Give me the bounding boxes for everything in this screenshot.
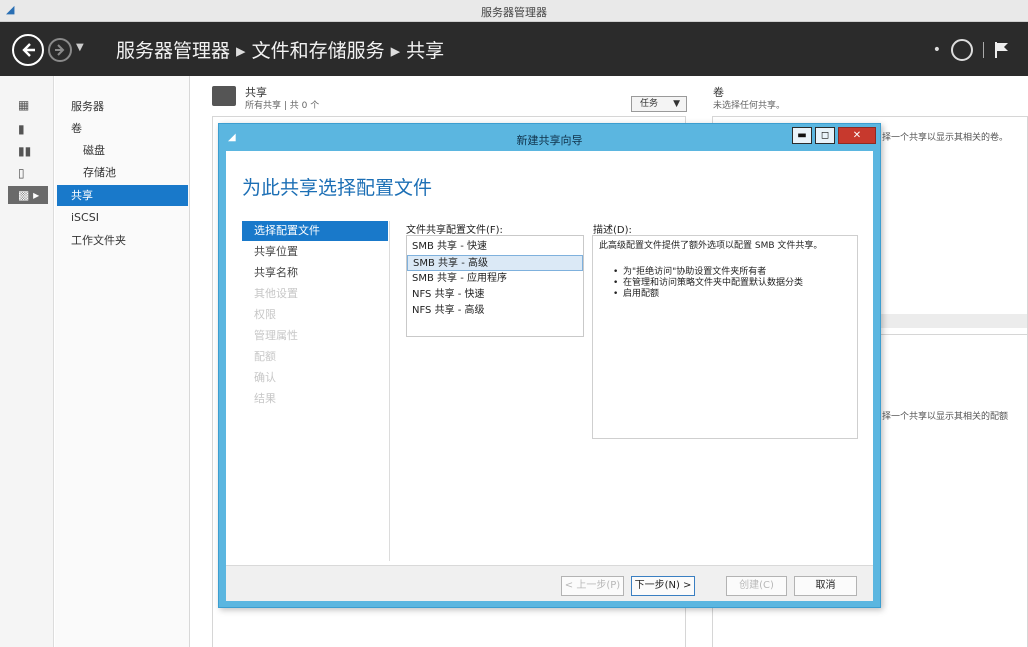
nav-item-work-folders[interactable]: 工作文件夹 <box>57 230 188 251</box>
new-share-wizard-dialog: ◢ 新建共享向导 ▬ ◻ ✕ 为此共享选择配置文件 选择配置文件 共享位置 共享… <box>218 123 881 608</box>
refresh-icon[interactable] <box>951 39 973 61</box>
tasks-label: 任务 <box>640 99 659 109</box>
description-bullet: 启用配额 <box>613 289 851 300</box>
breadcrumb-item-server-manager[interactable]: 服务器管理器 <box>116 40 230 62</box>
all-servers-icon[interactable]: ▮▮ <box>8 142 48 160</box>
profile-item-smb-advanced[interactable]: SMB 共享 - 高级 <box>407 255 583 271</box>
description-label: 描述(D): <box>593 225 632 236</box>
header-bar: ▼ 服务器管理器 ▸ 文件和存储服务 ▸ 共享 • <box>0 22 1028 76</box>
nav-item-shares[interactable]: 共享 <box>57 185 188 206</box>
nav-item-storage-pools[interactable]: 存储池 <box>57 162 188 183</box>
share-folder-icon <box>212 86 236 106</box>
description-text: 此高级配置文件提供了额外选项以配置 SMB 文件共享。 <box>599 241 823 251</box>
step-select-profile[interactable]: 选择配置文件 <box>242 221 388 241</box>
cancel-button[interactable]: 取消 <box>794 576 857 596</box>
step-share-name[interactable]: 共享名称 <box>242 263 388 283</box>
volume-hint: 择一个共享以显示其相关的卷。 <box>882 133 1009 143</box>
dialog-title: 新建共享向导 <box>516 134 583 147</box>
shares-section-subtitle: 所有共享 | 共 0 个 <box>245 101 320 111</box>
maximize-button[interactable]: ◻ <box>815 127 835 144</box>
step-permissions: 权限 <box>254 308 276 321</box>
step-share-location[interactable]: 共享位置 <box>242 242 388 262</box>
profile-list[interactable]: SMB 共享 - 快速 SMB 共享 - 高级 SMB 共享 - 应用程序 NF… <box>406 235 584 337</box>
dialog-footer: < 上一步(P) 下一步(N) > 创建(C) 取消 <box>226 565 873 601</box>
nav-item-disks[interactable]: 磁盘 <box>57 140 188 161</box>
minimize-button[interactable]: ▬ <box>792 127 812 144</box>
icon-strip: ▦ ▮ ▮▮ ▯ ▩ ▸ <box>0 76 54 647</box>
arrow-right-icon <box>55 44 65 56</box>
profile-item-smb-quick[interactable]: SMB 共享 - 快速 <box>407 239 583 255</box>
close-button[interactable]: ✕ <box>838 127 876 144</box>
chevron-down-icon: ▼ <box>673 99 680 109</box>
history-dropdown-icon[interactable]: ▼ <box>76 42 84 53</box>
back-button[interactable] <box>12 34 44 66</box>
dialog-titlebar[interactable]: ◢ 新建共享向导 ▬ ◻ ✕ <box>219 124 880 151</box>
dialog-body: 为此共享选择配置文件 选择配置文件 共享位置 共享名称 其他设置 权限 管理属性… <box>226 151 873 565</box>
step-other-settings: 其他设置 <box>254 287 298 300</box>
step-management-properties: 管理属性 <box>254 329 298 342</box>
wizard-heading: 为此共享选择配置文件 <box>242 177 433 199</box>
description-box: 此高级配置文件提供了额外选项以配置 SMB 文件共享。 为"拒绝访问"协助设置文… <box>592 235 858 439</box>
step-results: 结果 <box>254 392 276 405</box>
breadcrumb-item-file-storage[interactable]: 文件和存储服务 <box>252 40 385 62</box>
header-divider <box>983 42 984 58</box>
storage-icon[interactable]: ▯ <box>8 164 48 182</box>
close-icon: ✕ <box>852 130 862 141</box>
breadcrumb-item-shares[interactable]: 共享 <box>406 40 444 62</box>
nav-item-volumes[interactable]: 卷 <box>57 118 188 139</box>
profile-item-nfs-advanced[interactable]: NFS 共享 - 高级 <box>407 303 583 319</box>
breadcrumb-separator: ▸ <box>236 40 246 62</box>
nav-tree: 服务器 卷 磁盘 存储池 共享 iSCSI 工作文件夹 <box>55 76 190 647</box>
next-button[interactable]: 下一步(N) > <box>631 576 695 596</box>
description-bullet: 在管理和访问策略文件夹中配置默认数据分类 <box>613 278 851 289</box>
nav-item-iscsi[interactable]: iSCSI <box>57 207 188 228</box>
header-actions: • <box>933 37 1010 63</box>
file-storage-services-icon[interactable]: ▩ ▸ <box>8 186 48 204</box>
dot-icon: • <box>932 42 941 58</box>
volume-section-subtitle: 未选择任何共享。 <box>713 101 786 111</box>
profile-list-label: 文件共享配置文件(F): <box>406 225 503 236</box>
breadcrumb: 服务器管理器 ▸ 文件和存储服务 ▸ 共享 <box>116 36 444 63</box>
tasks-dropdown[interactable]: 任务 ▼ <box>631 96 687 112</box>
create-button[interactable]: 创建(C) <box>726 576 787 596</box>
app-title: 服务器管理器 <box>481 6 547 19</box>
step-confirm: 确认 <box>254 371 276 384</box>
nav-item-servers[interactable]: 服务器 <box>57 96 188 117</box>
breadcrumb-separator: ▸ <box>390 40 401 62</box>
app-titlebar: ◢ 服务器管理器 <box>0 0 1028 22</box>
step-quota: 配额 <box>254 350 276 363</box>
notification-flag-icon[interactable] <box>994 41 1010 59</box>
description-bullet: 为"拒绝访问"协助设置文件夹所有者 <box>613 267 851 278</box>
description-bullets: 为"拒绝访问"协助设置文件夹所有者 在管理和访问策略文件夹中配置默认数据分类 启… <box>599 267 851 300</box>
profile-item-smb-applications[interactable]: SMB 共享 - 应用程序 <box>407 271 583 287</box>
local-server-icon[interactable]: ▮ <box>8 120 48 138</box>
previous-button[interactable]: < 上一步(P) <box>561 576 624 596</box>
wizard-steps: 选择配置文件 共享位置 共享名称 其他设置 权限 管理属性 配额 确认 结果 <box>242 221 390 561</box>
dashboard-icon[interactable]: ▦ <box>8 96 48 114</box>
arrow-left-icon <box>22 43 35 57</box>
profile-item-nfs-quick[interactable]: NFS 共享 - 快速 <box>407 287 583 303</box>
quota-hint: 择一个共享以显示其相关的配额 <box>882 412 1009 422</box>
forward-button[interactable] <box>48 38 72 62</box>
